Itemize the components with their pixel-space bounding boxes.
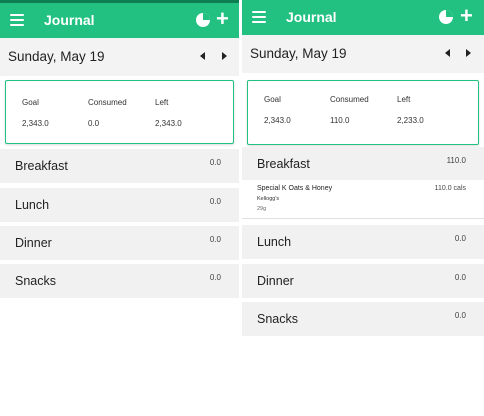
consumed-label: Consumed [330, 95, 369, 104]
meal-section-dinner[interactable]: Dinner 0.0 [242, 264, 484, 298]
left-value: 2,343.0 [155, 119, 182, 128]
add-icon[interactable]: + [216, 7, 229, 31]
meal-calories: 0.0 [209, 273, 221, 282]
next-day-icon[interactable] [222, 52, 227, 60]
date-bar: Sunday, May 19 [0, 38, 239, 76]
goal-label: Goal [264, 95, 281, 104]
pie-chart-icon[interactable] [438, 9, 454, 25]
journal-panel-right: Journal + Sunday, May 19 Goal Consumed L… [242, 0, 484, 416]
meal-calories: 110.0 [446, 156, 466, 165]
left-label: Left [155, 98, 169, 107]
meal-calories: 0.0 [454, 273, 466, 282]
meal-calories: 0.0 [454, 234, 466, 243]
meal-name: Snacks [257, 312, 298, 326]
meal-section-breakfast[interactable]: Breakfast 110.0 [242, 147, 484, 181]
left-label: Left [397, 95, 411, 104]
app-bar: Journal + [0, 3, 239, 38]
food-portion: 29g [257, 206, 267, 212]
goal-value: 2,343.0 [264, 116, 291, 125]
consumed-value: 0.0 [88, 119, 100, 128]
add-icon[interactable]: + [460, 4, 473, 28]
meal-name: Snacks [15, 274, 56, 288]
meal-name: Lunch [257, 235, 292, 249]
meal-name: Lunch [15, 198, 50, 212]
app-title: Journal [286, 9, 337, 25]
left-value: 2,233.0 [397, 116, 424, 125]
food-brand: Kellogg's [257, 196, 280, 202]
meal-name: Dinner [257, 274, 294, 288]
consumed-label: Consumed [88, 98, 127, 107]
consumed-value: 110.0 [330, 116, 350, 125]
meal-name: Breakfast [257, 157, 310, 171]
meal-calories: 0.0 [209, 158, 221, 167]
meal-calories: 0.0 [454, 311, 466, 320]
meal-section-lunch[interactable]: Lunch 0.0 [242, 225, 484, 259]
food-calories: 110.0 cals [434, 185, 466, 192]
app-bar: Journal + [242, 0, 484, 35]
date-bar: Sunday, May 19 [242, 35, 484, 73]
meal-section-snacks[interactable]: Snacks 0.0 [0, 264, 239, 298]
meal-section-breakfast[interactable]: Breakfast 0.0 [0, 149, 239, 183]
meal-calories: 0.0 [209, 235, 221, 244]
app-title: Journal [44, 12, 95, 28]
meal-name: Breakfast [15, 159, 68, 173]
meal-calories: 0.0 [209, 197, 221, 206]
meal-name: Dinner [15, 236, 52, 250]
meal-section-lunch[interactable]: Lunch 0.0 [0, 188, 239, 222]
food-entry[interactable]: Special K Oats & Honey Kellogg's 29g 110… [242, 180, 484, 219]
previous-day-icon[interactable] [200, 52, 205, 60]
journal-panel-left: Journal + Sunday, May 19 Goal Consumed L… [0, 0, 239, 416]
goal-value: 2,343.0 [22, 119, 49, 128]
meal-section-dinner[interactable]: Dinner 0.0 [0, 226, 239, 260]
calorie-summary-card: Goal Consumed Left 2,343.0 110.0 2,233.0 [247, 80, 479, 145]
meal-section-snacks[interactable]: Snacks 0.0 [242, 302, 484, 336]
previous-day-icon[interactable] [445, 49, 450, 57]
hamburger-icon[interactable] [10, 14, 24, 26]
date-label: Sunday, May 19 [250, 46, 347, 61]
food-name: Special K Oats & Honey [257, 185, 333, 192]
goal-label: Goal [22, 98, 39, 107]
hamburger-icon[interactable] [252, 11, 266, 23]
date-label: Sunday, May 19 [8, 49, 105, 64]
calorie-summary-card: Goal Consumed Left 2,343.0 0.0 2,343.0 [5, 80, 234, 144]
next-day-icon[interactable] [466, 49, 471, 57]
pie-chart-icon[interactable] [195, 12, 211, 28]
